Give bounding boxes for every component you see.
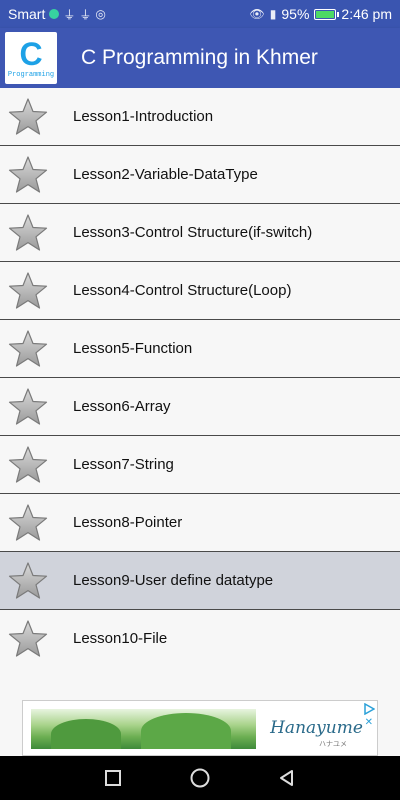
ad-image[interactable] [31, 709, 256, 749]
signal-icon: ▮ [269, 7, 277, 21]
recents-button[interactable] [101, 766, 125, 790]
lesson-label: Lesson4-Control Structure(Loop) [73, 282, 292, 299]
star-icon[interactable] [8, 387, 48, 427]
lesson-label: Lesson9-User define datatype [73, 572, 274, 589]
list-item[interactable]: Lesson3-Control Structure(if-switch) [0, 204, 400, 262]
star-icon[interactable] [8, 155, 48, 195]
list-item[interactable]: Lesson2-Variable-DataType [0, 146, 400, 204]
back-button[interactable] [275, 766, 299, 790]
star-icon[interactable] [8, 271, 48, 311]
ad-close-icon[interactable]: ✕ [365, 717, 373, 728]
ad-choices-icon[interactable] [363, 703, 375, 715]
ad-brand[interactable]: Hanayume [256, 701, 377, 755]
star-icon[interactable] [8, 619, 48, 659]
square-icon [105, 770, 122, 786]
list-item[interactable]: Lesson7-String [0, 436, 400, 494]
notification-dot-icon [49, 9, 60, 19]
list-item[interactable]: Lesson9-User define datatype [0, 552, 400, 610]
home-button[interactable] [188, 766, 212, 790]
star-icon[interactable] [8, 213, 48, 253]
lesson-label: Lesson6-Array [73, 398, 171, 415]
app-logo: C Programming [5, 32, 57, 84]
battery-icon [314, 8, 340, 20]
list-item[interactable]: Lesson4-Control Structure(Loop) [0, 262, 400, 320]
list-item[interactable]: Lesson8-Pointer [0, 494, 400, 552]
logo-letter: C [19, 35, 43, 72]
navigation-bar [0, 756, 400, 800]
carrier-label: Smart [8, 6, 46, 22]
lesson-label: Lesson5-Function [73, 340, 193, 357]
star-icon[interactable] [8, 503, 48, 543]
clock: 2:46 pm [341, 6, 392, 22]
lesson-label: Lesson10-File [73, 630, 168, 647]
lesson-label: Lesson8-Pointer [73, 514, 183, 531]
page-title: C Programming in Khmer [81, 46, 318, 69]
star-icon[interactable] [8, 561, 48, 601]
star-icon[interactable] [8, 445, 48, 485]
list-item[interactable]: Lesson5-Function [0, 320, 400, 378]
app-bar: C Programming C Programming in Khmer [0, 28, 400, 88]
lesson-label: Lesson2-Variable-DataType [73, 166, 258, 183]
list-item[interactable]: Lesson1-Introduction [0, 88, 400, 146]
lesson-label: Lesson7-String [73, 456, 174, 473]
status-bar-left: Smart ⏚ ⏚ ◎ [0, 6, 106, 23]
logo-caption: Programming [7, 70, 55, 79]
sync-icon: ◎ [95, 7, 106, 21]
list-item[interactable]: Lesson10-File [0, 610, 400, 667]
lesson-label: Lesson1-Introduction [73, 108, 214, 125]
status-bar: Smart ⏚ ⏚ ◎ 👁 ▮ 95% 2:46 pm [0, 0, 400, 28]
lesson-list: Lesson1-Introduction Lesson2-Variable-Dat… [0, 88, 400, 667]
usb-debug-icon: ⏚ [79, 7, 92, 22]
star-icon[interactable] [8, 97, 48, 137]
star-icon[interactable] [8, 329, 48, 369]
ad-banner[interactable]: Hanayume ハナユメ ✕ [22, 700, 378, 756]
usb-icon: ⏚ [63, 7, 76, 22]
eye-icon: 👁 [249, 7, 265, 21]
ad-subtitle: ハナユメ [319, 741, 347, 748]
back-triangle-icon [279, 770, 293, 786]
lesson-label: Lesson3-Control Structure(if-switch) [73, 224, 313, 241]
battery-fill [316, 10, 334, 18]
battery-percent: 95% [281, 6, 310, 22]
status-bar-right: 👁 ▮ 95% 2:46 pm [250, 6, 400, 22]
list-item[interactable]: Lesson6-Array [0, 378, 400, 436]
circle-icon [190, 768, 210, 788]
